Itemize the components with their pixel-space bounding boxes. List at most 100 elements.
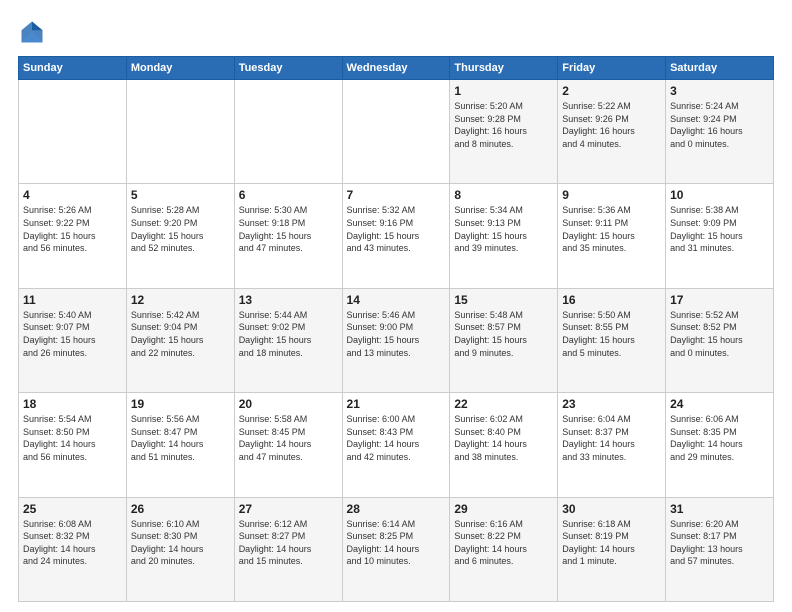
calendar-cell: 22 Sunrise: 6:02 AM Sunset: 8:40 PM Dayli…: [450, 393, 558, 497]
calendar-cell: 1 Sunrise: 5:20 AM Sunset: 9:28 PM Daylig…: [450, 80, 558, 184]
day-info: Sunrise: 6:08 AM Sunset: 8:32 PM Dayligh…: [23, 518, 122, 568]
calendar-header: SundayMondayTuesdayWednesdayThursdayFrid…: [19, 57, 774, 80]
calendar-cell: 5 Sunrise: 5:28 AM Sunset: 9:20 PM Daylig…: [126, 184, 234, 288]
calendar-cell: 27 Sunrise: 6:12 AM Sunset: 8:27 PM Dayli…: [234, 497, 342, 601]
day-number: 30: [562, 502, 661, 516]
day-number: 25: [23, 502, 122, 516]
calendar-cell: 28 Sunrise: 6:14 AM Sunset: 8:25 PM Dayli…: [342, 497, 450, 601]
day-number: 14: [347, 293, 446, 307]
day-info: Sunrise: 5:20 AM Sunset: 9:28 PM Dayligh…: [454, 100, 553, 150]
day-info: Sunrise: 5:32 AM Sunset: 9:16 PM Dayligh…: [347, 204, 446, 254]
calendar-cell: 26 Sunrise: 6:10 AM Sunset: 8:30 PM Dayli…: [126, 497, 234, 601]
day-info: Sunrise: 5:56 AM Sunset: 8:47 PM Dayligh…: [131, 413, 230, 463]
calendar-week-row: 25 Sunrise: 6:08 AM Sunset: 8:32 PM Dayli…: [19, 497, 774, 601]
calendar-cell: 8 Sunrise: 5:34 AM Sunset: 9:13 PM Daylig…: [450, 184, 558, 288]
day-info: Sunrise: 6:10 AM Sunset: 8:30 PM Dayligh…: [131, 518, 230, 568]
day-number: 6: [239, 188, 338, 202]
day-number: 22: [454, 397, 553, 411]
day-info: Sunrise: 5:54 AM Sunset: 8:50 PM Dayligh…: [23, 413, 122, 463]
calendar-cell: 15Sunrise: 5:48 AM Sunset: 8:57 PM Dayli…: [450, 288, 558, 392]
calendar-cell: [234, 80, 342, 184]
page: SundayMondayTuesdayWednesdayThursdayFrid…: [0, 0, 792, 612]
calendar-cell: 3Sunrise: 5:24 AM Sunset: 9:24 PM Daylig…: [666, 80, 774, 184]
day-number: 10: [670, 188, 769, 202]
calendar-week-row: 11 Sunrise: 5:40 AM Sunset: 9:07 PM Dayli…: [19, 288, 774, 392]
day-info: Sunrise: 6:16 AM Sunset: 8:22 PM Dayligh…: [454, 518, 553, 568]
day-info: Sunrise: 5:38 AM Sunset: 9:09 PM Dayligh…: [670, 204, 769, 254]
day-info: Sunrise: 5:26 AM Sunset: 9:22 PM Dayligh…: [23, 204, 122, 254]
day-info: Sunrise: 5:40 AM Sunset: 9:07 PM Dayligh…: [23, 309, 122, 359]
day-number: 2: [562, 84, 661, 98]
day-number: 4: [23, 188, 122, 202]
day-info: Sunrise: 5:34 AM Sunset: 9:13 PM Dayligh…: [454, 204, 553, 254]
day-number: 21: [347, 397, 446, 411]
header: [18, 18, 774, 46]
calendar-cell: 11 Sunrise: 5:40 AM Sunset: 9:07 PM Dayli…: [19, 288, 127, 392]
logo: [18, 18, 50, 46]
day-info: Sunrise: 6:06 AM Sunset: 8:35 PM Dayligh…: [670, 413, 769, 463]
day-info: Sunrise: 6:14 AM Sunset: 8:25 PM Dayligh…: [347, 518, 446, 568]
calendar-table: SundayMondayTuesdayWednesdayThursdayFrid…: [18, 56, 774, 602]
day-info: Sunrise: 5:30 AM Sunset: 9:18 PM Dayligh…: [239, 204, 338, 254]
day-number: 16: [562, 293, 661, 307]
day-info: Sunrise: 6:04 AM Sunset: 8:37 PM Dayligh…: [562, 413, 661, 463]
day-info: Sunrise: 5:42 AM Sunset: 9:04 PM Dayligh…: [131, 309, 230, 359]
day-number: 29: [454, 502, 553, 516]
calendar-cell: [126, 80, 234, 184]
day-number: 3: [670, 84, 769, 98]
day-number: 5: [131, 188, 230, 202]
day-info: Sunrise: 5:58 AM Sunset: 8:45 PM Dayligh…: [239, 413, 338, 463]
day-number: 9: [562, 188, 661, 202]
day-info: Sunrise: 5:44 AM Sunset: 9:02 PM Dayligh…: [239, 309, 338, 359]
weekday-header: Thursday: [450, 57, 558, 80]
day-number: 17: [670, 293, 769, 307]
day-info: Sunrise: 6:02 AM Sunset: 8:40 PM Dayligh…: [454, 413, 553, 463]
day-number: 28: [347, 502, 446, 516]
calendar-cell: 7 Sunrise: 5:32 AM Sunset: 9:16 PM Daylig…: [342, 184, 450, 288]
day-info: Sunrise: 6:18 AM Sunset: 8:19 PM Dayligh…: [562, 518, 661, 568]
day-info: Sunrise: 5:36 AM Sunset: 9:11 PM Dayligh…: [562, 204, 661, 254]
calendar-cell: 31 Sunrise: 6:20 AM Sunset: 8:17 PM Dayli…: [666, 497, 774, 601]
calendar-cell: 17 Sunrise: 5:52 AM Sunset: 8:52 PM Dayli…: [666, 288, 774, 392]
calendar-cell: 29 Sunrise: 6:16 AM Sunset: 8:22 PM Dayli…: [450, 497, 558, 601]
day-number: 8: [454, 188, 553, 202]
day-number: 1: [454, 84, 553, 98]
day-number: 18: [23, 397, 122, 411]
day-info: Sunrise: 5:50 AM Sunset: 8:55 PM Dayligh…: [562, 309, 661, 359]
calendar-week-row: 4 Sunrise: 5:26 AM Sunset: 9:22 PM Daylig…: [19, 184, 774, 288]
day-info: Sunrise: 6:00 AM Sunset: 8:43 PM Dayligh…: [347, 413, 446, 463]
calendar-cell: 18 Sunrise: 5:54 AM Sunset: 8:50 PM Dayli…: [19, 393, 127, 497]
day-info: Sunrise: 6:20 AM Sunset: 8:17 PM Dayligh…: [670, 518, 769, 568]
day-info: Sunrise: 5:48 AM Sunset: 8:57 PM Dayligh…: [454, 309, 553, 359]
day-info: Sunrise: 5:52 AM Sunset: 8:52 PM Dayligh…: [670, 309, 769, 359]
day-number: 13: [239, 293, 338, 307]
calendar-cell: 23Sunrise: 6:04 AM Sunset: 8:37 PM Dayli…: [558, 393, 666, 497]
day-number: 12: [131, 293, 230, 307]
day-number: 11: [23, 293, 122, 307]
weekday-header: Friday: [558, 57, 666, 80]
calendar-cell: 21 Sunrise: 6:00 AM Sunset: 8:43 PM Dayli…: [342, 393, 450, 497]
calendar-cell: 19Sunrise: 5:56 AM Sunset: 8:47 PM Dayli…: [126, 393, 234, 497]
day-info: Sunrise: 6:12 AM Sunset: 8:27 PM Dayligh…: [239, 518, 338, 568]
day-info: Sunrise: 5:22 AM Sunset: 9:26 PM Dayligh…: [562, 100, 661, 150]
weekday-header: Sunday: [19, 57, 127, 80]
weekday-header: Saturday: [666, 57, 774, 80]
calendar-cell: 30 Sunrise: 6:18 AM Sunset: 8:19 PM Dayli…: [558, 497, 666, 601]
day-info: Sunrise: 5:28 AM Sunset: 9:20 PM Dayligh…: [131, 204, 230, 254]
day-number: 7: [347, 188, 446, 202]
calendar-cell: 13 Sunrise: 5:44 AM Sunset: 9:02 PM Dayli…: [234, 288, 342, 392]
calendar-cell: 24 Sunrise: 6:06 AM Sunset: 8:35 PM Dayli…: [666, 393, 774, 497]
day-number: 27: [239, 502, 338, 516]
calendar-cell: 9 Sunrise: 5:36 AM Sunset: 9:11 PM Daylig…: [558, 184, 666, 288]
calendar-cell: 14 Sunrise: 5:46 AM Sunset: 9:00 PM Dayli…: [342, 288, 450, 392]
day-info: Sunrise: 5:46 AM Sunset: 9:00 PM Dayligh…: [347, 309, 446, 359]
calendar-week-row: 18 Sunrise: 5:54 AM Sunset: 8:50 PM Dayli…: [19, 393, 774, 497]
calendar-cell: 12 Sunrise: 5:42 AM Sunset: 9:04 PM Dayli…: [126, 288, 234, 392]
day-number: 31: [670, 502, 769, 516]
calendar-body: 1 Sunrise: 5:20 AM Sunset: 9:28 PM Daylig…: [19, 80, 774, 602]
day-number: 24: [670, 397, 769, 411]
calendar-cell: 4 Sunrise: 5:26 AM Sunset: 9:22 PM Daylig…: [19, 184, 127, 288]
calendar-cell: 25 Sunrise: 6:08 AM Sunset: 8:32 PM Dayli…: [19, 497, 127, 601]
calendar-cell: 20Sunrise: 5:58 AM Sunset: 8:45 PM Dayli…: [234, 393, 342, 497]
day-number: 26: [131, 502, 230, 516]
